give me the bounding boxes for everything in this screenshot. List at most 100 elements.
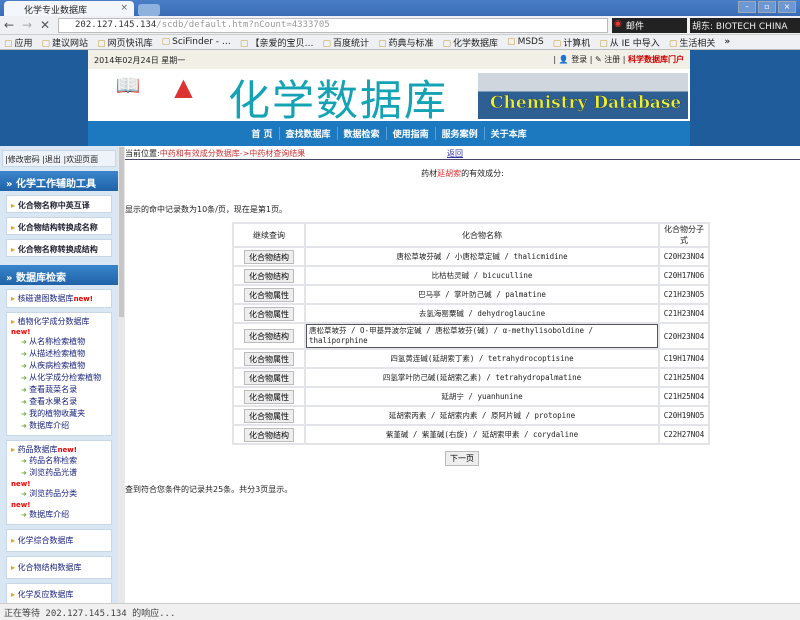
user-extension[interactable]: 胡东: BIOTECH CHINA: [690, 18, 800, 33]
sidebar-scrollbar[interactable]: [118, 146, 125, 603]
nav-item[interactable]: 查找数据库: [278, 127, 337, 140]
compound-name: 紫堇碱 / 紫堇碱(右旋) / 延胡索甲素 / corydaline: [385, 430, 579, 439]
drug-db-link[interactable]: 药品数据库: [11, 445, 58, 454]
mail-extension[interactable]: ◉ 邮件: [612, 18, 687, 33]
user-icon: 👤: [558, 55, 569, 64]
compound-name: 巴马亭 / 掌叶防己碱 / palmatine: [418, 290, 546, 299]
plant-menu-item[interactable]: 查看蔬菜名录: [11, 384, 107, 396]
nav-item[interactable]: 关于本库: [483, 127, 533, 140]
bookmark-item[interactable]: 网页快讯库: [97, 36, 153, 49]
table-row: 化合物属性 巴马亭 / 掌叶防己碱 / palmatine C21H23NO5: [234, 286, 708, 303]
compound-query-button[interactable]: 化合物属性: [244, 389, 294, 404]
bookmark-item[interactable]: 化学数据库: [443, 36, 498, 49]
plant-menu-item[interactable]: 从描述检索植物: [11, 348, 107, 360]
compound-name-textarea[interactable]: 唐松草坡芬 / O-甲基异波尔定碱 / 唐松草坡芬(碱) / α-methyli…: [306, 324, 659, 348]
bookmark-item[interactable]: 建议网站: [42, 36, 88, 49]
bookmark-item[interactable]: 计算机: [553, 36, 590, 49]
column-header: 化合物分子式: [660, 224, 708, 246]
institute-logo: 📖: [115, 73, 141, 97]
compound-formula: C20H23NO4: [660, 248, 708, 265]
portal-link[interactable]: 科学数据库门户: [628, 55, 684, 64]
result-subtitle: 药材延胡索的有效成分:: [421, 169, 504, 178]
page-info: 显示的命中记录数为10条/页，现在是第1页。: [125, 205, 287, 214]
bookmark-item[interactable]: 从 IE 中导入: [599, 36, 660, 49]
address-bar[interactable]: 202.127.145.134/scdb/default.htm?nCount=…: [58, 18, 608, 33]
bookmark-item[interactable]: 药典与标准: [378, 36, 434, 49]
minimize-icon[interactable]: –: [738, 1, 756, 13]
compound-query-button[interactable]: 化合物结构: [244, 329, 294, 343]
plant-menu-item[interactable]: 从名称检索植物: [11, 336, 107, 348]
tab-title: 化学专业数据库: [24, 6, 88, 16]
bookmark-item[interactable]: 生活相关: [669, 36, 715, 49]
close-tab-icon[interactable]: ×: [120, 3, 128, 13]
chem-banner: Chemistry Database: [478, 73, 688, 119]
nav-item[interactable]: 数据检索: [336, 127, 386, 140]
compound-formula: C19H17NO4: [660, 350, 708, 367]
spectra-db-link[interactable]: 核磁谱图数据库: [11, 294, 74, 303]
db-link[interactable]: 化学综合数据库: [11, 536, 74, 545]
db-link[interactable]: 化学反应数据库: [11, 590, 74, 599]
plant-menu-item[interactable]: 我的植物收藏夹: [11, 408, 107, 420]
maximize-icon[interactable]: ▫: [758, 1, 776, 13]
back-icon[interactable]: ←: [4, 18, 14, 32]
stop-icon[interactable]: ✕: [40, 18, 50, 32]
close-window-icon[interactable]: ×: [778, 1, 796, 13]
compound-query-button[interactable]: 化合物结构: [244, 427, 294, 442]
plant-menu-item[interactable]: 从疾病检索植物: [11, 360, 107, 372]
compound-query-button[interactable]: 化合物属性: [244, 287, 294, 302]
db-heading: » 数据库检索: [0, 265, 118, 285]
new-badge: new!: [11, 501, 31, 509]
compound-formula: C21H23NO4: [660, 305, 708, 322]
drug-menu-item[interactable]: 浏览药品分类: [11, 488, 107, 500]
bookmark-item[interactable]: 应用: [4, 36, 33, 49]
compound-formula: C21H25NO4: [660, 388, 708, 405]
column-header: 化合物名称: [306, 224, 659, 246]
register-link[interactable]: 注册: [604, 55, 620, 64]
compound-query-button[interactable]: 化合物结构: [244, 268, 294, 283]
forward-icon[interactable]: →: [22, 18, 32, 32]
tool-link[interactable]: 化合物名称转换成结构: [6, 239, 112, 257]
bookmark-item[interactable]: 百度统计: [322, 36, 369, 49]
new-tab-button[interactable]: [138, 4, 160, 16]
cas-logo: ▲: [174, 73, 193, 101]
column-header: 继续查询: [234, 224, 304, 246]
account-links[interactable]: |修改密码 |退出 |欢迎页面: [2, 150, 116, 167]
bookmark-item[interactable]: SciFinder - …: [162, 37, 231, 47]
nav-item[interactable]: 首 页: [245, 127, 278, 140]
drug-menu-item[interactable]: 数据库介绍: [11, 509, 107, 521]
db-link[interactable]: 化合物结构数据库: [11, 563, 82, 572]
site-header: 2014年02月24日 星期一 | 👤 登录 | ✎ 注册 | 科学数据库门户 …: [88, 50, 690, 146]
bookmark-item[interactable]: 【亲爱的宝贝…: [240, 36, 313, 49]
bookmarks-more[interactable]: »: [724, 37, 730, 47]
plant-menu-item[interactable]: 从化学成分检索植物: [11, 372, 107, 384]
table-row: 化合物属性 延胡宁 / yuanhunine C21H25NO4: [234, 388, 708, 405]
tool-link[interactable]: 化合物结构转换成名称: [6, 217, 112, 235]
total-info: 查到符合您条件的记录共25条。共分3页显示。: [125, 485, 293, 494]
nav-item[interactable]: 服务案例: [434, 127, 484, 140]
table-row: 化合物属性 延胡索丙素 / 延胡索内素 / 原阿片碱 / protopine C20…: [234, 407, 708, 424]
status-bar: 正在等待 202.127.145.134 的响应...: [0, 603, 800, 620]
tool-link[interactable]: 化合物名称中英互译: [6, 195, 112, 213]
login-link[interactable]: 登录: [571, 55, 587, 64]
compound-formula: C21H23NO5: [660, 286, 708, 303]
next-page-button[interactable]: 下一页: [445, 451, 479, 466]
compound-query-button[interactable]: 化合物属性: [244, 408, 294, 423]
nav-item[interactable]: 使用指南: [385, 127, 435, 140]
compound-query-button[interactable]: 化合物属性: [244, 351, 294, 366]
bookmark-item[interactable]: MSDS: [507, 37, 544, 47]
compound-query-button[interactable]: 化合物属性: [244, 370, 294, 385]
table-row: 化合物结构 唐松草坡芬 / O-甲基异波尔定碱 / 唐松草坡芬(碱) / α-me…: [234, 324, 708, 348]
plant-menu-item[interactable]: 数据库介绍: [11, 420, 107, 432]
compound-query-button[interactable]: 化合物结构: [244, 249, 294, 264]
table-row: 化合物属性 去氢海罂粟碱 / dehydroglaucine C21H23NO4: [234, 305, 708, 322]
compound-name: 唐松草坡芬碱 / 小唐松草定碱 / thalicmidine: [396, 252, 568, 261]
drug-menu-item[interactable]: 浏览药品光谱: [11, 467, 107, 479]
compound-query-button[interactable]: 化合物属性: [244, 306, 294, 321]
plant-db-link[interactable]: 植物化学成分数据库: [11, 317, 90, 326]
compound-name: 四氢掌叶防己碱(延胡索乙素) / tetrahydropalmatine: [382, 373, 582, 382]
compound-formula: C22H27NO4: [660, 426, 708, 443]
browser-tab[interactable]: 化学专业数据库 ×: [4, 1, 134, 16]
back-link[interactable]: 返回: [447, 148, 463, 159]
drug-menu-item[interactable]: 药品名称检索: [11, 455, 107, 467]
plant-menu-item[interactable]: 查看水果名录: [11, 396, 107, 408]
